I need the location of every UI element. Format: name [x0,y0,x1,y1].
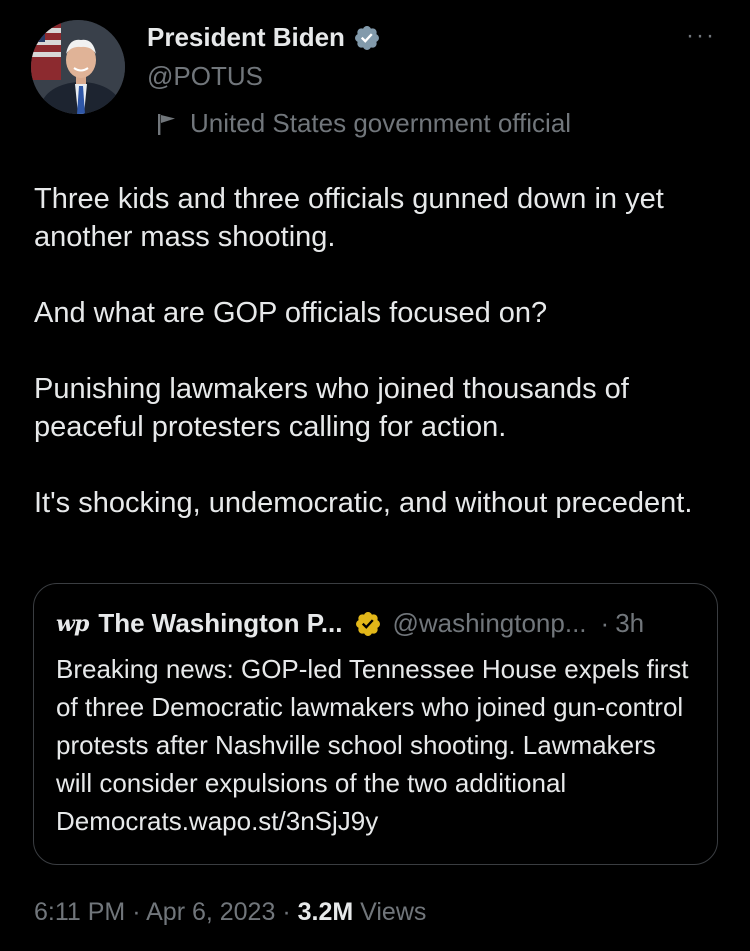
separator-dot: · [600,608,610,638]
tweet-paragraph: It's shocking, undemocratic, and without… [34,487,693,519]
tweet-paragraph: And what are GOP officials focused on? [34,297,548,329]
tweet-time[interactable]: 6:11 PM [34,898,125,926]
government-label-text: United States government official [190,108,572,138]
gold-verified-badge-icon [356,611,381,636]
author-name[interactable]: President Biden [147,22,345,53]
tweet-meta: 6:11 PM · Apr 6, 2023 · 3.2M Views [34,898,426,927]
avatar-image [31,20,125,114]
tweet-paragraph: Punishing lawmakers who joined thousands… [34,373,629,443]
tweet-paragraph: Three kids and three officials gunned do… [34,183,664,253]
washington-post-logo-icon: wp [56,610,89,637]
more-options-button[interactable]: ··· [686,24,716,48]
tweet-date[interactable]: Apr 6, 2023 [146,898,275,926]
separator-dot: · [132,898,141,926]
quoted-tweet-card[interactable]: wp The Washington P... @washingtonp... ·… [33,583,718,865]
avatar[interactable] [31,20,125,114]
author-name-row[interactable]: President Biden [147,22,381,53]
flag-icon [158,113,175,135]
quoted-tweet-time[interactable]: 3h [615,608,644,639]
government-label[interactable]: United States government official [156,108,571,139]
views-count[interactable]: 3.2M [298,898,354,926]
author-handle[interactable]: @POTUS [147,61,263,92]
tweet-text: Three kids and three officials gunned do… [34,180,724,522]
tweet: President Biden @POTUS ··· United States… [0,0,750,951]
quoted-author-handle[interactable]: @washingtonp... [392,608,586,639]
quoted-tweet-text: Breaking news: GOP-led Tennessee House e… [56,654,689,836]
quoted-tweet-header: wp The Washington P... @washingtonp... ·… [56,608,696,639]
verified-badge-icon [354,25,379,50]
separator-dot: · [282,898,291,926]
quoted-author-name[interactable]: The Washington P... [98,608,342,639]
views-label: Views [360,898,427,926]
